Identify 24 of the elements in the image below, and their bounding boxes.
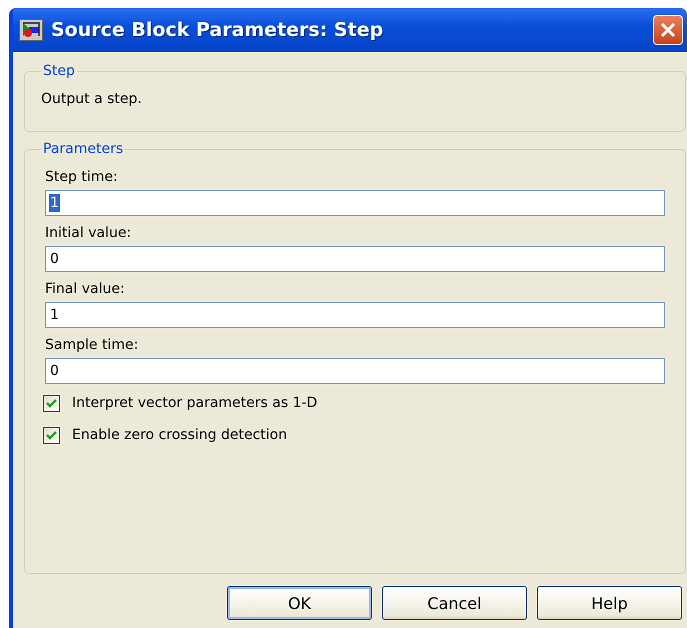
window-title: Source Block Parameters: Step (51, 19, 384, 41)
dialog-button[interactable]: OK (227, 586, 372, 620)
dialog-button[interactable]: Help (537, 586, 682, 620)
input-field[interactable]: 1 (45, 302, 665, 328)
group-title: Parameters (42, 140, 124, 158)
checkmark-icon (46, 430, 57, 440)
close-button[interactable] (653, 15, 683, 45)
input-field[interactable]: 0 (45, 358, 665, 384)
close-icon (660, 22, 676, 38)
checkbox-label: Enable zero crossing detection (72, 426, 288, 444)
group-title: Step (42, 62, 76, 80)
input-field[interactable]: 1 (45, 190, 665, 216)
field-label: Step time: (45, 168, 119, 186)
checkbox[interactable] (43, 426, 60, 444)
field-label: Final value: (45, 280, 126, 298)
checkmark-icon (46, 398, 57, 408)
input-field[interactable]: 0 (45, 246, 665, 272)
dialog-button[interactable]: Cancel (382, 586, 527, 620)
field-label: Initial value: (45, 224, 132, 242)
block-description: Output a step. (41, 90, 143, 108)
checkbox[interactable] (43, 394, 60, 412)
field-label: Sample time: (45, 336, 140, 354)
checkbox-label: Interpret vector parameters as 1-D (72, 394, 318, 412)
block-icon (19, 19, 43, 41)
